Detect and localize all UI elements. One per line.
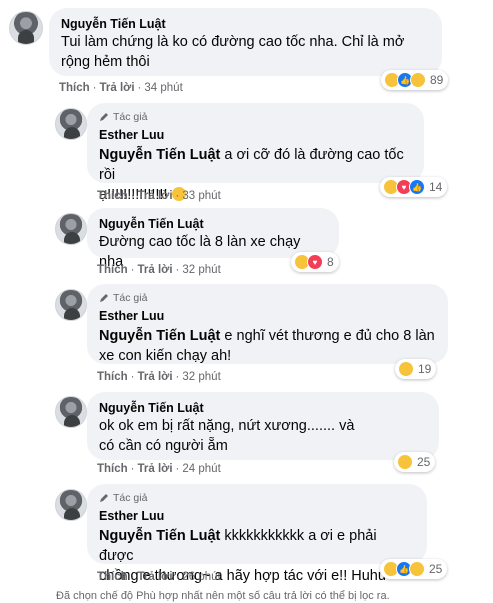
separator: · bbox=[130, 264, 135, 276]
mention-link[interactable]: Nguyễn Tiến Luật bbox=[99, 328, 220, 344]
avatar[interactable] bbox=[55, 213, 87, 245]
reaction-count: 25 bbox=[417, 455, 431, 469]
author-badge-label: Tác giả bbox=[113, 492, 148, 504]
reaction-summary[interactable]: 👍 25 bbox=[380, 559, 448, 579]
author-badge: Tác giả bbox=[99, 111, 412, 123]
reaction-summary[interactable]: ♥ 8 bbox=[291, 252, 339, 272]
filter-notice: Đã chọn chế độ Phù hợp nhất nên một số c… bbox=[56, 590, 390, 602]
comment-text-part: e nghĩ vét thương e đủ cho 8 làn bbox=[220, 328, 435, 344]
comment-actions: Thích · Trả lời · 24 phút bbox=[97, 463, 221, 475]
reaction-count: 19 bbox=[418, 362, 432, 376]
comment-text: ok ok em bị rất nặng, nứt xương....... v… bbox=[99, 418, 355, 434]
separator: · bbox=[175, 463, 180, 475]
separator: · bbox=[175, 371, 180, 383]
comment-author[interactable]: Esther Luu bbox=[99, 308, 436, 324]
love-icon: ♥ bbox=[307, 254, 323, 270]
comment-actions: Thích · Trả lời · 34 phút bbox=[59, 82, 183, 94]
avatar[interactable] bbox=[55, 489, 87, 521]
separator: · bbox=[175, 190, 180, 202]
comment-author[interactable]: Nguyễn Tiến Luật bbox=[99, 400, 427, 416]
comment-actions: Thích · Trả lời · 32 phút bbox=[97, 264, 221, 276]
comment-text: Nguyễn Tiến Luật e nghĩ vét thương e đủ … bbox=[99, 326, 436, 346]
reaction-summary[interactable]: 19 bbox=[395, 359, 437, 379]
pen-icon bbox=[100, 294, 108, 302]
reply-button[interactable]: Trả lời bbox=[138, 190, 173, 202]
comment-text: Nguyễn Tiến Luật a ơi cỡ đó là đường cao… bbox=[99, 145, 412, 185]
author-badge-label: Tác giả bbox=[113, 111, 148, 123]
comment-text: Tui làm chứng là ko có đường cao tốc nha… bbox=[61, 34, 405, 50]
haha-icon bbox=[397, 454, 413, 470]
like-button[interactable]: Thích bbox=[59, 82, 90, 94]
separator: · bbox=[175, 571, 180, 583]
like-button[interactable]: Thích bbox=[97, 463, 128, 475]
separator: · bbox=[130, 463, 135, 475]
like-button[interactable]: Thích bbox=[97, 264, 128, 276]
reply-button[interactable]: Trả lời bbox=[138, 463, 173, 475]
comment-author[interactable]: Nguyễn Tiến Luật bbox=[61, 16, 430, 32]
reply-button[interactable]: Trả lời bbox=[100, 82, 135, 94]
reply-button[interactable]: Trả lời bbox=[138, 571, 173, 583]
comment-text: có cần có người ẵm bbox=[99, 438, 228, 454]
comment-text: rộng hẻm thôi bbox=[61, 54, 150, 70]
comment-actions: Thích · Trả lời · 33 phút bbox=[97, 190, 221, 202]
comment-bubble: Tác giả Esther Luu Nguyễn Tiến Luật e ng… bbox=[87, 284, 448, 364]
comment-actions: Thích · Trả lời · 32 phút bbox=[97, 371, 221, 383]
separator: · bbox=[137, 82, 142, 94]
comment-author[interactable]: Nguyễn Tiến Luật bbox=[99, 216, 327, 232]
separator: · bbox=[130, 571, 135, 583]
author-badge: Tác giả bbox=[99, 292, 436, 304]
comment-text: Nguyễn Tiến Luật kkkkkkkkkkk a ơi e phải… bbox=[99, 526, 415, 566]
separator: · bbox=[175, 264, 180, 276]
reaction-summary[interactable]: 👍 89 bbox=[381, 70, 449, 90]
sad-icon bbox=[410, 72, 426, 88]
mention-link[interactable]: Nguyễn Tiến Luật bbox=[99, 147, 220, 163]
reaction-count: 25 bbox=[429, 562, 443, 576]
separator: · bbox=[92, 82, 97, 94]
sad-icon bbox=[409, 561, 425, 577]
comment-author[interactable]: Esther Luu bbox=[99, 127, 412, 143]
reaction-summary[interactable]: ♥ 👍 14 bbox=[380, 177, 448, 197]
comment-bubble: Nguyễn Tiến Luật ok ok em bị rất nặng, n… bbox=[87, 392, 439, 460]
timestamp[interactable]: 32 phút bbox=[182, 264, 220, 276]
avatar[interactable] bbox=[55, 108, 87, 140]
author-badge-label: Tác giả bbox=[113, 292, 148, 304]
mention-link[interactable]: Nguyễn Tiến Luật bbox=[99, 528, 220, 544]
timestamp[interactable]: 26 phút bbox=[182, 571, 220, 583]
author-badge: Tác giả bbox=[99, 492, 415, 504]
comment-author[interactable]: Esther Luu bbox=[99, 508, 415, 524]
like-button[interactable]: Thích bbox=[97, 190, 128, 202]
reaction-count: 8 bbox=[327, 255, 334, 269]
avatar[interactable] bbox=[55, 396, 87, 428]
comment-bubble: Nguyễn Tiến Luật Đường cao tốc là 8 làn … bbox=[87, 208, 339, 270]
pen-icon bbox=[100, 494, 108, 502]
timestamp[interactable]: 32 phút bbox=[182, 371, 220, 383]
timestamp[interactable]: 34 phút bbox=[144, 82, 182, 94]
like-icon: 👍 bbox=[409, 179, 425, 195]
reaction-count: 14 bbox=[429, 180, 443, 194]
separator: · bbox=[130, 371, 135, 383]
comment-bubble: Tác giả Esther Luu Nguyễn Tiến Luật a ơi… bbox=[87, 103, 424, 203]
comment-bubble: Tác giả Esther Luu Nguyễn Tiến Luật kkkk… bbox=[87, 484, 427, 584]
reaction-count: 89 bbox=[430, 73, 444, 87]
like-button[interactable]: Thích bbox=[97, 371, 128, 383]
haha-icon bbox=[398, 361, 414, 377]
reply-button[interactable]: Trả lời bbox=[138, 264, 173, 276]
comment-bubble: Nguyễn Tiến Luật Tui làm chứng là ko có … bbox=[49, 8, 442, 76]
avatar[interactable] bbox=[9, 11, 43, 45]
like-button[interactable]: Thích bbox=[97, 571, 128, 583]
reply-button[interactable]: Trả lời bbox=[138, 371, 173, 383]
pen-icon bbox=[100, 113, 108, 121]
reaction-summary[interactable]: 25 bbox=[394, 452, 436, 472]
avatar[interactable] bbox=[55, 289, 87, 321]
comment-actions: Thích · Trả lời · 26 phút bbox=[97, 571, 221, 583]
separator: · bbox=[130, 190, 135, 202]
timestamp[interactable]: 33 phút bbox=[182, 190, 220, 202]
comment-text: xe con kiến chạy ah! bbox=[99, 348, 232, 364]
timestamp[interactable]: 24 phút bbox=[182, 463, 220, 475]
